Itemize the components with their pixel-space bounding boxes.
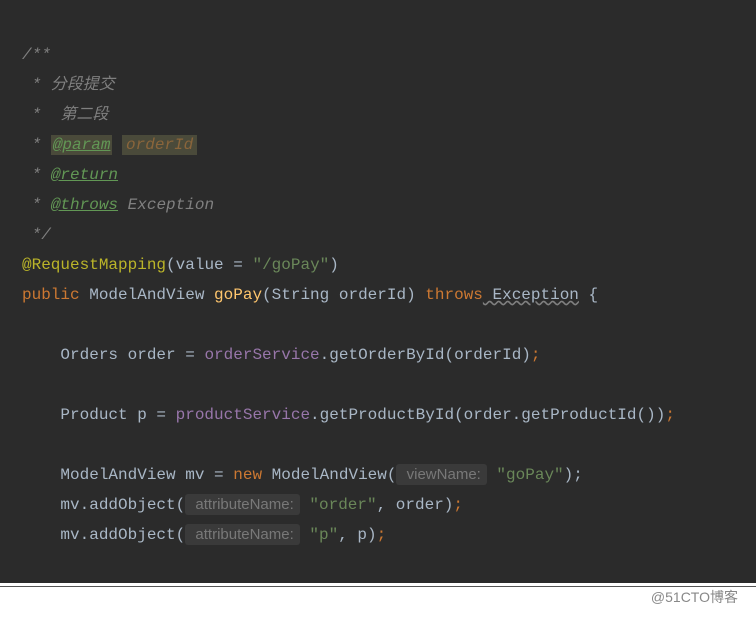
- params: (String orderId): [262, 286, 425, 304]
- l3-prefix: ModelAndView mv =: [22, 466, 233, 484]
- rettype: ModelAndView: [80, 286, 214, 304]
- anno-val: "/goPay": [252, 256, 329, 274]
- javadoc-star-p: *: [22, 136, 51, 154]
- javadoc-line1: * 分段提交: [22, 76, 115, 94]
- l4-prefix: mv.addObject(: [22, 496, 185, 514]
- hint-attr1: attributeName:: [185, 494, 300, 515]
- l4-str: "order": [300, 496, 377, 514]
- throws-text: Exception: [118, 196, 214, 214]
- l4-semi: ;: [453, 496, 463, 514]
- l2-call: .getProductById(order.getProductId()): [310, 406, 665, 424]
- javadoc-open: /**: [22, 46, 51, 64]
- kw-public: public: [22, 286, 80, 304]
- annotation-name: @RequestMapping: [22, 256, 166, 274]
- l1-prefix: Orders order =: [22, 346, 204, 364]
- return-tag: @return: [51, 166, 118, 184]
- watermark: @51CTO博客: [651, 587, 738, 607]
- anno-attr: value: [176, 256, 224, 274]
- l5-str: "p": [300, 526, 338, 544]
- l5-prefix: mv.addObject(: [22, 526, 185, 544]
- bottom-strip: [0, 583, 756, 617]
- l5-semi: ;: [377, 526, 387, 544]
- param-name: orderId: [122, 135, 197, 155]
- l1-semi: ;: [531, 346, 541, 364]
- l4-rest: , order): [377, 496, 454, 514]
- bottom-divider: [0, 586, 756, 587]
- hint-viewname: viewName:: [396, 464, 486, 485]
- kw-new: new: [233, 466, 262, 484]
- l5-rest: , p): [338, 526, 376, 544]
- l1-svc: orderService: [204, 346, 319, 364]
- l3-ctor: ModelAndView(: [262, 466, 396, 484]
- method-name: goPay: [214, 286, 262, 304]
- javadoc-close: */: [22, 226, 51, 244]
- javadoc-line2: * 第二段: [22, 106, 108, 124]
- kw-throws: throws: [425, 286, 483, 304]
- l2-prefix: Product p =: [22, 406, 176, 424]
- exception: Exception: [483, 286, 579, 304]
- l2-semi: ;: [665, 406, 675, 424]
- l3-close: );: [564, 466, 583, 484]
- hint-attr2: attributeName:: [185, 524, 300, 545]
- javadoc-star-t: *: [22, 196, 51, 214]
- l3-str: "goPay": [487, 466, 564, 484]
- anno-open: (: [166, 256, 176, 274]
- param-tag: @param: [51, 135, 113, 155]
- l2-svc: productService: [176, 406, 310, 424]
- l1-call: .getOrderById(orderId): [320, 346, 531, 364]
- code-editor[interactable]: /** * 分段提交 * 第二段 * @param orderId * @ret…: [0, 0, 756, 610]
- anno-eq: =: [224, 256, 253, 274]
- throws-tag: @throws: [51, 196, 118, 214]
- brace-open: {: [579, 286, 598, 304]
- anno-close: ): [329, 256, 339, 274]
- javadoc-star-r: *: [22, 166, 51, 184]
